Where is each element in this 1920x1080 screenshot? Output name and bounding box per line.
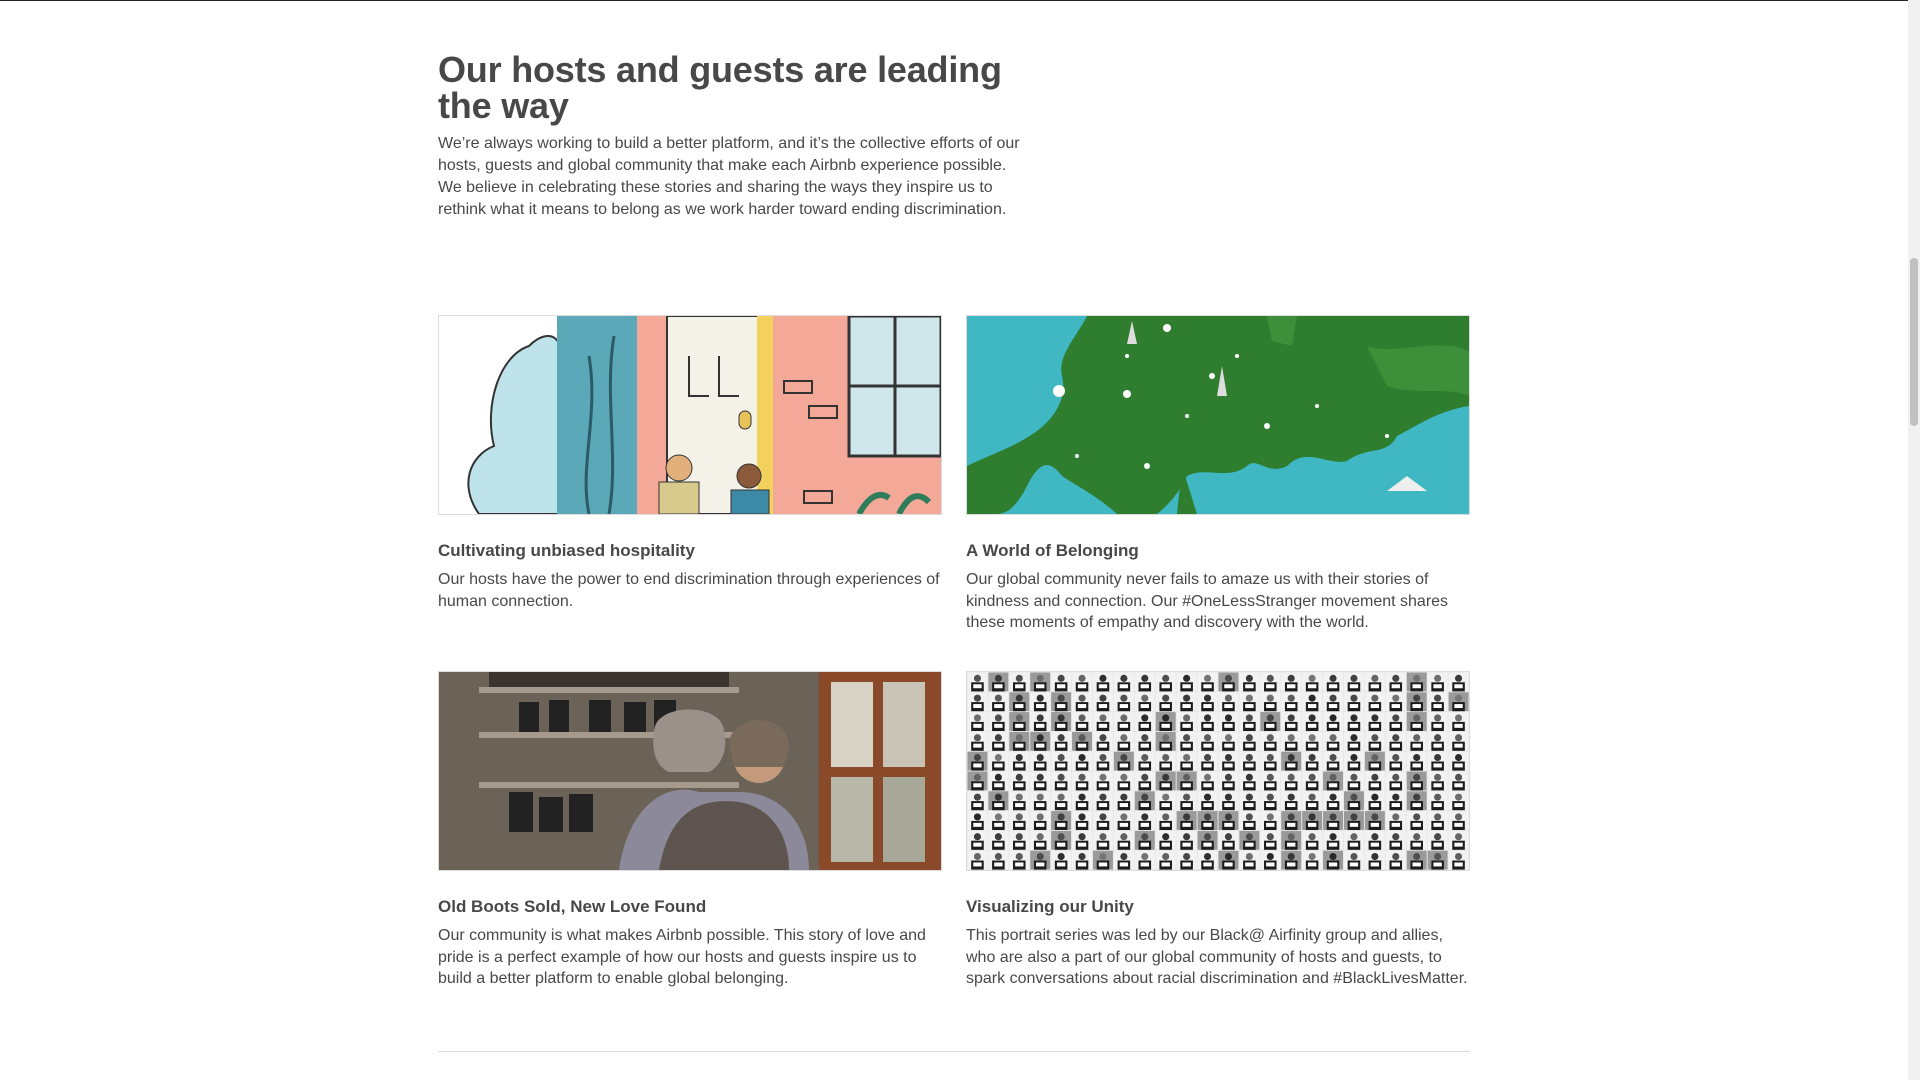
story-card-visualizing-unity[interactable]: Visualizing our Unity This portrait seri…	[966, 671, 1470, 990]
card-description: This portrait series was led by our Blac…	[966, 927, 1468, 987]
two-women-embracing-photo[interactable]	[438, 671, 942, 871]
card-title[interactable]: Old Boots Sold, New Love Found	[438, 897, 942, 917]
portrait-grid-image[interactable]	[966, 671, 1470, 871]
story-card-world-of-belonging[interactable]: A World of Belonging Our global communit…	[966, 315, 1470, 634]
card-description: Our community is what makes Airbnb possi…	[438, 927, 926, 987]
europe-map-image[interactable]	[966, 315, 1470, 515]
card-description: Our global community never fails to amaz…	[966, 571, 1449, 631]
intro-section: Our hosts and guests are leading the way…	[438, 52, 1030, 221]
card-title[interactable]: Cultivating unbiased hospitality	[438, 541, 942, 561]
page-scrollbar[interactable]	[1908, 0, 1920, 1080]
story-card-cultivating[interactable]: Cultivating unbiased hospitality Our hos…	[438, 315, 942, 612]
header-divider	[0, 0, 1908, 1]
card-title[interactable]: Visualizing our Unity	[966, 897, 1470, 917]
illustration-hosts-doorway-image[interactable]	[438, 315, 942, 515]
page: Our hosts and guests are leading the way…	[0, 0, 1908, 1080]
section-divider	[438, 1051, 1470, 1052]
section-description: We’re always working to build a better p…	[438, 135, 1020, 218]
card-title[interactable]: A World of Belonging	[966, 541, 1470, 561]
card-description: Our hosts have the power to end discrimi…	[438, 571, 940, 610]
scrollbar-thumb[interactable]	[1910, 258, 1918, 426]
section-heading: Our hosts and guests are leading the way	[438, 49, 1002, 126]
story-card-old-boots[interactable]: Old Boots Sold, New Love Found Our commu…	[438, 671, 942, 990]
